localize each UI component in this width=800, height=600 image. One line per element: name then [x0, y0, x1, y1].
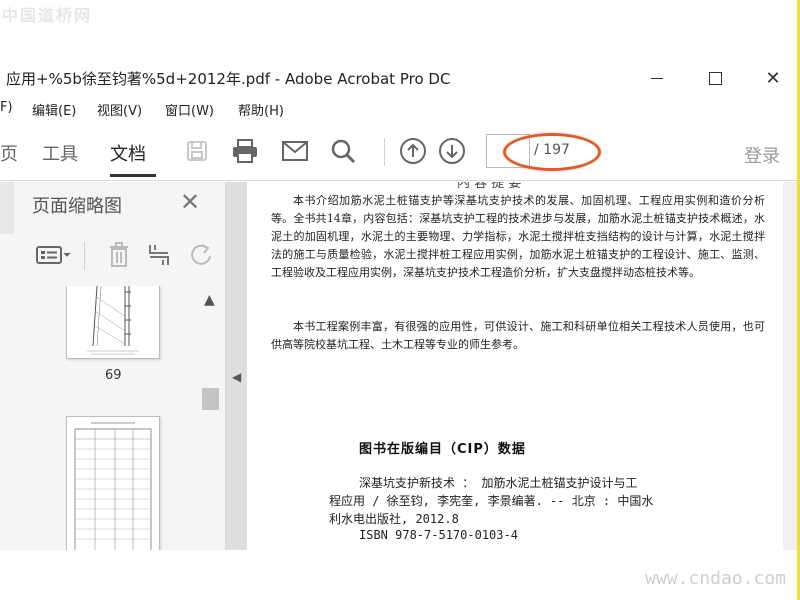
annotation-ellipse — [503, 133, 601, 171]
collapse-panel-icon[interactable]: ◀ — [232, 370, 241, 384]
thumbnail-list: 69 — [28, 286, 198, 550]
window-title: 应用+%5b徐至钧著%5d+2012年.pdf - Adobe Acrobat … — [6, 70, 451, 88]
pdf-page: 内 容 提 要 本书介绍加筋水泥土桩锚支护等深基坑支护技术的发展、加固机理、工程… — [247, 182, 783, 550]
page-thumbnails-panel: 页面缩略图 ✕ 69 ▲ — [0, 182, 226, 550]
maximize-button[interactable] — [692, 66, 738, 90]
cip-line: 利水电出版社, 2012.8 — [329, 512, 459, 526]
panel-title: 页面缩略图 — [32, 196, 122, 217]
title-bar: 应用+%5b徐至钧著%5d+2012年.pdf - Adobe Acrobat … — [0, 62, 797, 94]
rotate-icon — [191, 244, 211, 265]
watermark-bottom: www.cndao.com — [645, 568, 786, 589]
thumbnail-page-70[interactable] — [66, 416, 160, 550]
minimize-icon — [651, 77, 663, 79]
cip-title: 图书在版编目（CIP）数据 — [359, 442, 526, 457]
paragraph-audience: 本书工程案例丰富，有很强的应用性，可供设计、施工和科研单位相关工程技术人员使用，… — [271, 320, 765, 351]
menu-view[interactable]: 视图(V) — [97, 100, 142, 119]
panel-close-button[interactable]: ✕ — [180, 188, 200, 216]
thumbnail-options-button[interactable] — [32, 240, 74, 270]
active-tab-indicator — [110, 174, 156, 177]
crop-page-button[interactable] — [144, 240, 174, 270]
panel-tab-indicator — [0, 182, 14, 234]
login-button[interactable]: 登录 — [744, 142, 780, 168]
panel-toolbar — [28, 240, 224, 276]
scrollbar-thumb[interactable] — [202, 388, 219, 410]
cip-isbn: ISBN 978-7-5170-0103-4 — [359, 528, 518, 542]
thumbnail-label: 69 — [105, 368, 122, 383]
paragraph-summary: 本书介绍加筋水泥土桩锚支护等深基坑支护技术的发展、加固机理、工程应用实例和造价分… — [271, 194, 765, 279]
document-view: ◀ 内 容 提 要 本书介绍加筋水泥土桩锚支护等深基坑支护技术的发展、加固机理、… — [226, 182, 797, 550]
print-button[interactable] — [230, 136, 260, 166]
save-button[interactable] — [182, 136, 212, 166]
next-page-button[interactable] — [437, 136, 467, 166]
watermark-top: 中国道桥网 — [2, 6, 93, 25]
delete-page-button[interactable] — [104, 240, 134, 270]
scroll-up-icon[interactable]: ▲ — [204, 292, 215, 308]
email-button[interactable] — [280, 136, 310, 166]
email-icon — [282, 141, 308, 161]
close-button[interactable]: ✕ — [750, 66, 796, 90]
search-button[interactable] — [328, 136, 358, 166]
menu-file[interactable]: F) — [0, 100, 13, 115]
save-icon — [187, 141, 207, 161]
delete-icon — [110, 242, 128, 267]
toolbar-separator — [384, 138, 385, 166]
panel-separator — [84, 242, 85, 270]
toolbar: 页 工具 文档 / 197 登录 — [0, 124, 797, 181]
close-icon: ✕ — [765, 67, 781, 89]
thumbnail-table — [74, 422, 152, 550]
page-heading: 内 容 提 要 — [457, 182, 522, 191]
maximize-icon — [708, 71, 722, 85]
print-icon — [233, 139, 257, 163]
menu-edit[interactable]: 编辑(E) — [32, 100, 76, 119]
thumbnail-scrollbar[interactable]: ▲ — [200, 292, 220, 550]
search-icon — [331, 139, 356, 164]
minimize-button[interactable] — [634, 66, 680, 90]
tab-tools[interactable]: 工具 — [42, 140, 78, 166]
tab-home[interactable]: 页 — [0, 140, 18, 166]
crop-icon — [149, 245, 169, 265]
cip-line: 深基坑支护新技术 ： 加筋水泥土桩锚支护设计与工 — [359, 476, 638, 490]
thumbnail-drawing — [87, 286, 139, 355]
thumbnail-page-69[interactable] — [66, 286, 160, 359]
prev-page-icon — [400, 138, 426, 164]
options-icon — [36, 246, 71, 264]
menu-bar: F) 编辑(E) 视图(V) 窗口(W) 帮助(H) — [0, 96, 797, 122]
rotate-page-button[interactable] — [186, 240, 216, 270]
menu-window[interactable]: 窗口(W) — [165, 100, 214, 119]
tab-document[interactable]: 文档 — [110, 140, 146, 166]
close-icon: ✕ — [180, 188, 201, 216]
prev-page-button[interactable] — [398, 136, 428, 166]
document-scrollbar[interactable] — [783, 182, 797, 550]
menu-help[interactable]: 帮助(H) — [238, 100, 284, 119]
next-page-icon — [439, 138, 465, 164]
cip-line: 程应用 / 徐至钧, 李宪奎, 李景编著. -- 北京 : 中国水 — [329, 494, 654, 508]
